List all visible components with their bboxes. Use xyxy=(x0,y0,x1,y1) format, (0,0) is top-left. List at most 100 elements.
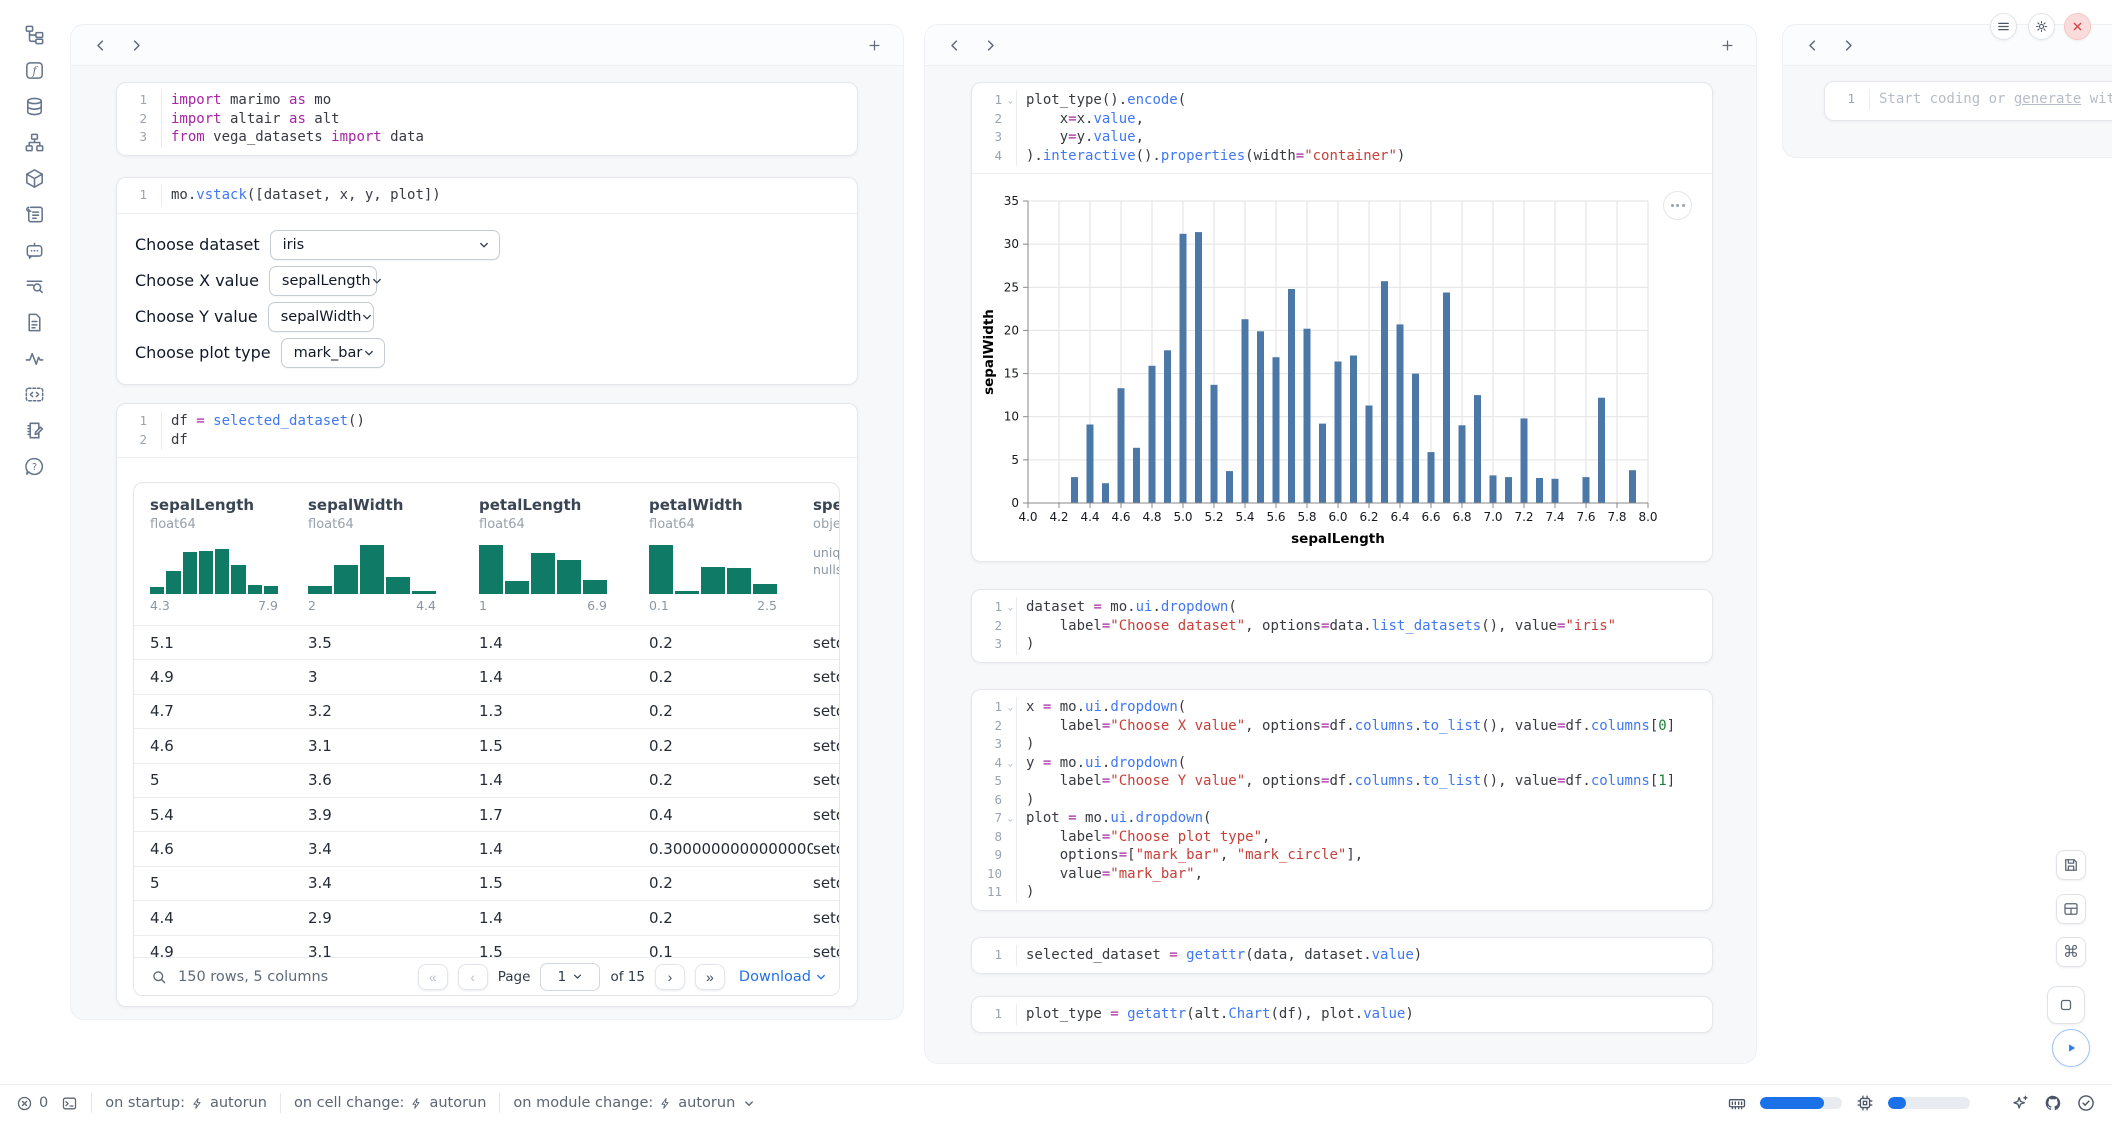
code-block-icon[interactable] xyxy=(19,379,49,409)
code-line[interactable]: 2import altair as alt xyxy=(117,110,857,129)
panel-forward-button[interactable] xyxy=(1835,32,1861,58)
table-column-header[interactable]: petalWidthfloat640.12.5 xyxy=(649,496,813,625)
layout-button[interactable] xyxy=(2056,894,2086,924)
first-page-button[interactable]: « xyxy=(418,964,448,990)
settings-button[interactable] xyxy=(2028,13,2055,40)
ai-sparkle-icon[interactable] xyxy=(2010,1093,2030,1113)
fold-chevron-icon[interactable]: › xyxy=(1000,706,1019,712)
check-circle-icon[interactable] xyxy=(2076,1093,2096,1113)
fold-chevron-icon[interactable]: › xyxy=(1000,762,1019,768)
run-all-button[interactable] xyxy=(2052,1029,2090,1067)
chart-options-button[interactable] xyxy=(1663,191,1692,220)
error-count-badge[interactable]: 0 xyxy=(16,1095,48,1112)
code-editor[interactable]: 1›dataset = mo.ui.dropdown(2 label="Choo… xyxy=(972,590,1712,662)
keyboard-shortcuts-button[interactable]: ⌘ xyxy=(2056,937,2086,967)
script-icon[interactable] xyxy=(19,199,49,229)
code-editor[interactable]: 1plot_type = getattr(alt.Chart(df), plot… xyxy=(972,997,1712,1032)
table-column-header[interactable]: petalLengthfloat6416.9 xyxy=(479,496,649,625)
code-line[interactable]: 6) xyxy=(972,791,1712,810)
code-line[interactable]: 8 label="Choose plot type", xyxy=(972,828,1712,847)
add-cell-button[interactable] xyxy=(1714,32,1740,58)
altair-bar-chart[interactable]: 4.04.24.44.64.85.05.25.45.65.86.06.26.46… xyxy=(980,187,1670,555)
help-icon[interactable]: ? xyxy=(19,451,49,481)
code-line[interactable]: 1df = selected_dataset() xyxy=(117,412,857,431)
cell-xy-plot-dropdowns[interactable]: 1›x = mo.ui.dropdown(2 label="Choose X v… xyxy=(971,689,1713,911)
scratchpad-icon[interactable] xyxy=(19,415,49,445)
code-editor[interactable]: 1Start coding or generate with xyxy=(1825,82,2112,117)
code-line[interactable]: 1mo.vstack([dataset, x, y, plot]) xyxy=(117,186,857,205)
next-page-button[interactable]: › xyxy=(655,964,685,990)
code-editor[interactable]: 1›x = mo.ui.dropdown(2 label="Choose X v… xyxy=(972,690,1712,910)
code-line[interactable]: 1›dataset = mo.ui.dropdown( xyxy=(972,598,1712,617)
cell-plot[interactable]: 1›plot_type().encode(2 x=x.value,3 y=y.v… xyxy=(971,82,1713,562)
runtime-config-module-change[interactable]: on module change:autorun xyxy=(513,1095,755,1111)
page-select[interactable]: 1 xyxy=(540,963,600,991)
code-line[interactable]: 9 options=["mark_bar", "mark_circle"], xyxy=(972,846,1712,865)
github-icon[interactable] xyxy=(2043,1093,2063,1113)
cell-vstack[interactable]: 1mo.vstack([dataset, x, y, plot]) Choose… xyxy=(116,177,858,385)
fold-chevron-icon[interactable]: › xyxy=(1000,817,1019,823)
code-line[interactable]: 4).interactive().properties(width="conta… xyxy=(972,147,1712,166)
runtime-config-cell-change[interactable]: on cell change:autorun xyxy=(294,1095,486,1111)
fold-chevron-icon[interactable]: › xyxy=(1000,99,1019,105)
cell-imports[interactable]: 1import marimo as mo2import altair as al… xyxy=(116,82,858,156)
code-line[interactable]: 3from vega_datasets import data xyxy=(117,128,857,147)
code-line[interactable]: 1›plot_type().encode( xyxy=(972,91,1712,110)
table-column-header[interactable]: sepalLengthfloat644.37.9 xyxy=(150,496,308,625)
code-editor[interactable]: 1›plot_type().encode(2 x=x.value,3 y=y.v… xyxy=(972,83,1712,173)
dropdown-select-choose-x-value[interactable]: sepalLength xyxy=(269,266,377,296)
menu-button[interactable] xyxy=(1990,13,2017,40)
cell-dataframe[interactable]: 1df = selected_dataset()2df sepalLengthf… xyxy=(116,403,858,1007)
dropdown-select-choose-y-value[interactable]: sepalWidth xyxy=(268,302,374,332)
cell-plot-type[interactable]: 1plot_type = getattr(alt.Chart(df), plot… xyxy=(971,996,1713,1033)
panel-back-button[interactable] xyxy=(941,32,967,58)
panel-forward-button[interactable] xyxy=(123,32,149,58)
code-line[interactable]: 2df xyxy=(117,431,857,450)
add-cell-button[interactable] xyxy=(861,32,887,58)
code-line[interactable]: 2 label="Choose dataset", options=data.l… xyxy=(972,617,1712,636)
cell-dataset-dropdown[interactable]: 1›dataset = mo.ui.dropdown(2 label="Choo… xyxy=(971,589,1713,663)
database-icon[interactable] xyxy=(19,91,49,121)
code-line[interactable]: 11) xyxy=(972,883,1712,902)
dependency-graph-icon[interactable] xyxy=(19,127,49,157)
dropdown-select-choose-dataset[interactable]: iris xyxy=(270,230,500,260)
dropdown-select-choose-plot-type[interactable]: mark_bar xyxy=(281,338,385,368)
code-editor[interactable]: 1import marimo as mo2import altair as al… xyxy=(117,83,857,155)
prev-page-button[interactable]: ‹ xyxy=(458,964,488,990)
cell-selected-dataset[interactable]: 1selected_dataset = getattr(data, datase… xyxy=(971,937,1713,974)
code-line[interactable]: 2 x=x.value, xyxy=(972,110,1712,129)
code-line[interactable]: 1plot_type = getattr(alt.Chart(df), plot… xyxy=(972,1005,1712,1024)
download-button[interactable]: Download xyxy=(739,969,827,985)
panel-forward-button[interactable] xyxy=(977,32,1003,58)
activity-icon[interactable] xyxy=(19,343,49,373)
code-line[interactable]: 3) xyxy=(972,735,1712,754)
code-editor[interactable]: 1mo.vstack([dataset, x, y, plot]) xyxy=(117,178,857,213)
cell-empty-new[interactable]: 1Start coding or generate with xyxy=(1824,81,2112,121)
code-line[interactable]: 3 y=y.value, xyxy=(972,128,1712,147)
table-column-header[interactable]: speciesobjectunique:nulls: xyxy=(813,496,840,625)
terminal-button[interactable] xyxy=(61,1095,78,1112)
code-line[interactable]: 4›y = mo.ui.dropdown( xyxy=(972,754,1712,773)
code-editor[interactable]: 1df = selected_dataset()2df xyxy=(117,404,857,457)
code-line[interactable]: 10 value="mark_bar", xyxy=(972,865,1712,884)
file-tree-icon[interactable] xyxy=(19,19,49,49)
code-line[interactable]: 7›plot = mo.ui.dropdown( xyxy=(972,809,1712,828)
app-view-button[interactable] xyxy=(2047,986,2085,1024)
search-icon[interactable] xyxy=(150,968,168,986)
code-line[interactable]: 1›x = mo.ui.dropdown( xyxy=(972,698,1712,717)
code-line[interactable]: 1import marimo as mo xyxy=(117,91,857,110)
close-panel-button[interactable] xyxy=(2064,13,2091,40)
code-line[interactable]: 5 label="Choose Y value", options=df.col… xyxy=(972,772,1712,791)
code-editor[interactable]: 1selected_dataset = getattr(data, datase… xyxy=(972,938,1712,973)
fold-chevron-icon[interactable]: › xyxy=(1000,606,1019,612)
code-line[interactable]: 1selected_dataset = getattr(data, datase… xyxy=(972,946,1712,965)
code-line[interactable]: 3) xyxy=(972,635,1712,654)
function-icon[interactable]: f xyxy=(19,55,49,85)
table-column-header[interactable]: sepalWidthfloat6424.4 xyxy=(308,496,479,625)
logs-search-icon[interactable] xyxy=(19,271,49,301)
panel-back-button[interactable] xyxy=(1799,32,1825,58)
runtime-config-startup[interactable]: on startup:autorun xyxy=(105,1095,267,1111)
code-line[interactable]: 2 label="Choose X value", options=df.col… xyxy=(972,717,1712,736)
last-page-button[interactable]: » xyxy=(695,964,725,990)
package-icon[interactable] xyxy=(19,163,49,193)
